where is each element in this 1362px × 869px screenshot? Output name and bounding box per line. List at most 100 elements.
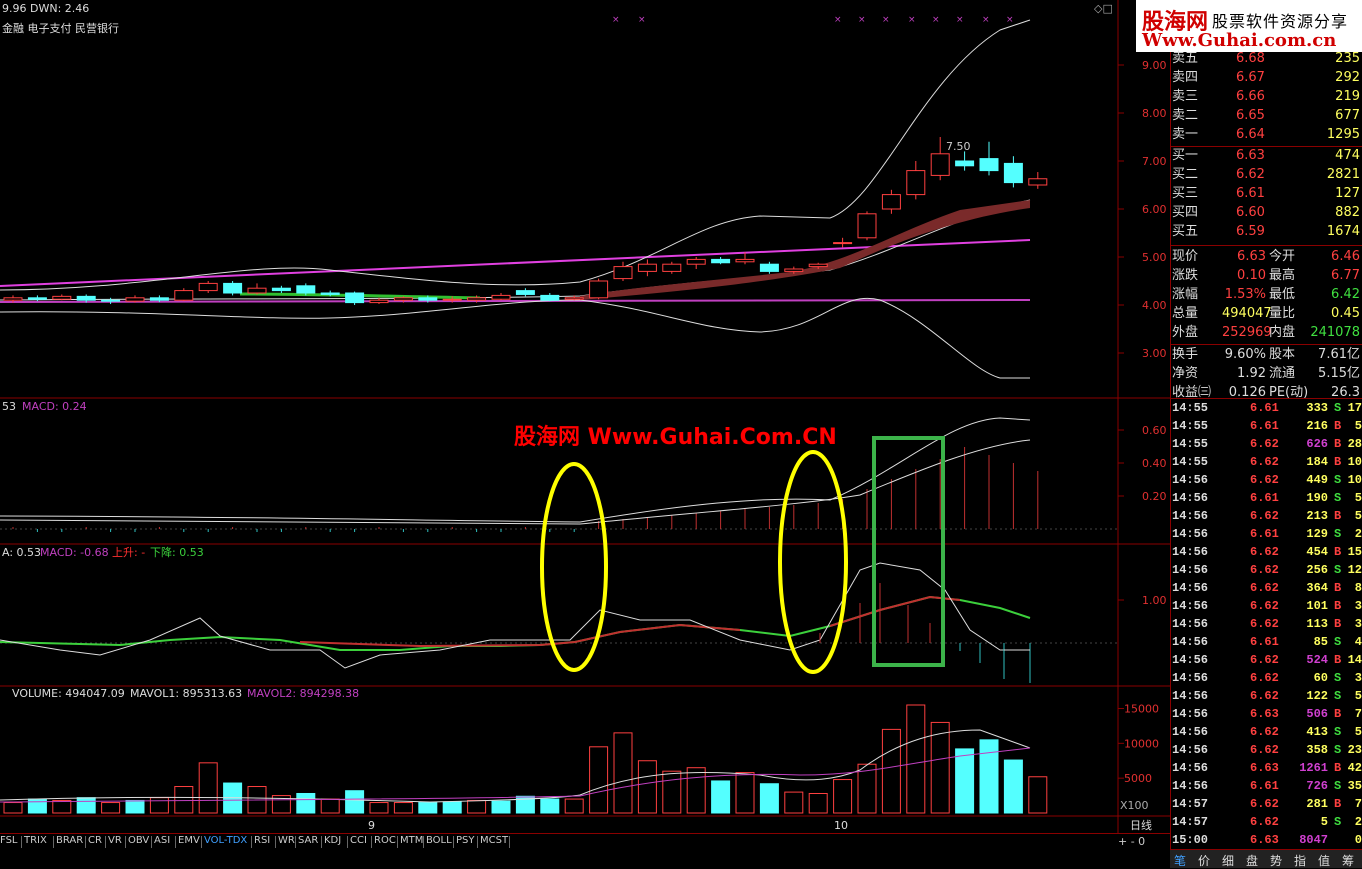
indicator-tab-boll[interactable]: BOLL [426, 835, 452, 846]
order-book-row[interactable]: 卖五 6.68 235 [1172, 50, 1362, 68]
bottom-tab-3[interactable]: 盘 [1246, 852, 1258, 869]
indicator-tab-mtm[interactable]: MTM [400, 835, 423, 846]
quote-label: 涨幅 [1172, 287, 1199, 302]
bottom-tab-2[interactable]: 细 [1222, 852, 1234, 869]
tick-volume: 129 [1306, 527, 1328, 541]
tick-time: 14:56 [1172, 689, 1209, 703]
bottom-tab-6[interactable]: 值 [1318, 852, 1330, 869]
order-book-row[interactable]: 卖四 6.67 292 [1172, 69, 1362, 87]
indicator-tab-psy[interactable]: PSY [456, 835, 475, 846]
indicator-tab-vol-tdx[interactable]: VOL-TDX [204, 835, 247, 846]
candle-body [833, 242, 853, 245]
bottom-tab-1[interactable]: 价 [1198, 852, 1210, 869]
tick-row: 14:56 6.62 454 B 15 [1172, 543, 1362, 561]
candle-body [491, 294, 511, 300]
tick-row: 14:56 6.62 449 S 10 [1172, 471, 1362, 489]
tick-time: 14:56 [1172, 671, 1209, 685]
signal-marker: × [982, 15, 990, 25]
tick-price: 6.62 [1250, 563, 1279, 577]
tick-direction: B [1334, 581, 1342, 595]
section-divider [1170, 245, 1362, 246]
order-book-price: 6.60 [1236, 205, 1265, 220]
indicator-tab-rsi[interactable]: RSI [254, 835, 270, 846]
indicator-tab-roc[interactable]: ROC [374, 835, 396, 846]
order-book-row[interactable]: 买一 6.63 474 [1172, 147, 1362, 165]
indicator-tab-kdj[interactable]: KDJ [324, 835, 341, 846]
indicator-tab-bar: FSL TRIX BRAR CR VR OBV ASI EMV VOL-TDX RSI WR SAR K… [0, 833, 1170, 850]
order-book-label: 卖一 [1172, 127, 1199, 142]
indicator-tab-mcst[interactable]: MCST [480, 835, 508, 846]
tick-price: 6.62 [1250, 437, 1279, 451]
order-book-row[interactable]: 卖三 6.66 219 [1172, 88, 1362, 106]
volume-bar [833, 779, 853, 814]
volume-bar [491, 800, 511, 814]
volume-bar [979, 739, 999, 814]
order-book-row[interactable]: 买五 6.59 1674 [1172, 223, 1362, 241]
volume-bar [784, 791, 804, 814]
tick-count: 4 [1354, 635, 1362, 649]
order-book-row[interactable]: 卖二 6.65 677 [1172, 107, 1362, 125]
candle-body [101, 299, 121, 302]
bottom-tab-0[interactable]: 笔 [1174, 852, 1186, 869]
bottom-tab-7[interactable]: 筹 [1342, 852, 1354, 869]
volume-axis-label: 5000 [1124, 772, 1152, 785]
tick-time: 14:56 [1172, 599, 1209, 613]
volume-bar [174, 786, 194, 814]
tick-direction: B [1334, 455, 1342, 469]
tick-count: 23 [1347, 743, 1362, 757]
window-controls-icon[interactable]: ◇□ [1094, 2, 1113, 15]
candle-body [247, 287, 267, 294]
indicator-tab-vr[interactable]: VR [108, 835, 122, 846]
logo-url: Www.Guhai.com.cn [1142, 30, 1337, 51]
tick-row: 14:56 6.62 122 S 5 [1172, 687, 1362, 705]
volume-bar [3, 802, 23, 814]
bottom-tab-4[interactable]: 势 [1270, 852, 1282, 869]
indicator-tab-brar[interactable]: BRAR [56, 835, 83, 846]
indicator-tab-obv[interactable]: OBV [128, 835, 149, 846]
volume-bar [711, 780, 731, 814]
candle-body [662, 263, 682, 272]
tab-scroll-controls[interactable]: + - 0 [1118, 835, 1145, 848]
indicator-tab-sar[interactable]: SAR [298, 835, 318, 846]
indicator-tab-cci[interactable]: CCI [350, 835, 367, 846]
macd2-label-b: MACD: -0.68 [40, 546, 109, 559]
order-book-row[interactable]: 卖一 6.64 1295 [1172, 126, 1362, 144]
period-label[interactable]: 日线 [1130, 818, 1152, 832]
order-book-volume: 677 [1335, 108, 1360, 123]
tick-count: 5 [1354, 509, 1362, 523]
price-axis-label: 8.00 [1142, 107, 1167, 120]
order-book-price: 6.65 [1236, 108, 1265, 123]
indicator-tab-cr[interactable]: CR [88, 835, 102, 846]
tick-volume: 184 [1306, 455, 1328, 469]
tick-time: 14:56 [1172, 473, 1209, 487]
tab-separator [321, 836, 322, 848]
order-book-row[interactable]: 买三 6.61 127 [1172, 185, 1362, 203]
signal-marker: × [834, 15, 842, 25]
indicator-tab-fsl[interactable]: FSL [0, 835, 18, 846]
tick-row: 14:56 6.62 413 S 5 [1172, 723, 1362, 741]
bottom-tab-5[interactable]: 指 [1294, 852, 1306, 869]
candle-body [52, 295, 72, 300]
tick-row: 14:57 6.62 5 S 2 [1172, 813, 1362, 831]
tick-time: 14:56 [1172, 725, 1209, 739]
volume-axis-label: 10000 [1124, 737, 1159, 750]
candle-body [857, 213, 877, 239]
indicator-tab-wr[interactable]: WR [278, 835, 295, 846]
candle-body [735, 258, 755, 263]
tab-separator [477, 836, 478, 848]
volume-unit: X100 [1120, 799, 1149, 812]
candle-body [149, 297, 169, 301]
indicator-tab-asi[interactable]: ASI [154, 835, 170, 846]
candle-body [906, 170, 926, 196]
volume-bar [393, 802, 413, 814]
candle-body [27, 297, 47, 300]
order-book-row[interactable]: 买四 6.60 882 [1172, 204, 1362, 222]
tick-direction: S [1334, 689, 1342, 703]
tick-price: 6.62 [1250, 581, 1279, 595]
indicator-tab-trix[interactable]: TRIX [24, 835, 47, 846]
order-book-row[interactable]: 买二 6.62 2821 [1172, 166, 1362, 184]
tick-row: 15:00 6.63 8047 0 [1172, 831, 1362, 849]
order-book-volume: 127 [1335, 186, 1360, 201]
indicator-tab-emv[interactable]: EMV [178, 835, 200, 846]
tick-direction: S [1334, 491, 1342, 505]
